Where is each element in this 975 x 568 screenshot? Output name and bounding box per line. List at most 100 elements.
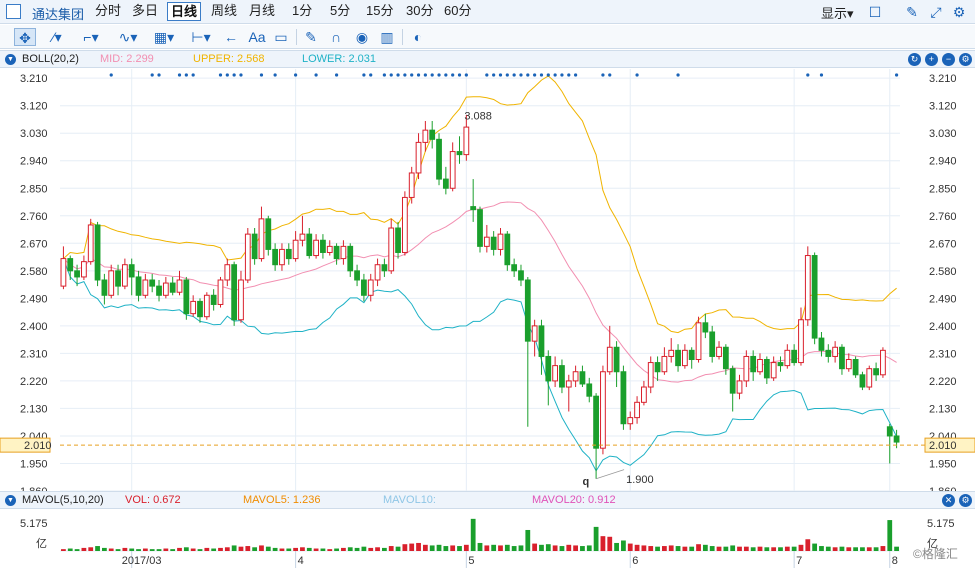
- volume-bar: [545, 544, 551, 551]
- price-tick-left: 2.580: [20, 266, 48, 278]
- volume-bar: [436, 544, 442, 551]
- volume-bar: [716, 546, 722, 551]
- polyline-icon[interactable]: ⌐▾: [78, 28, 104, 46]
- text-tool-icon[interactable]: Aa: [246, 28, 268, 46]
- event-marker: [423, 73, 427, 77]
- volume-bar: [115, 549, 121, 551]
- tab-period-15min[interactable]: 15分: [363, 2, 396, 21]
- event-marker: [273, 73, 277, 77]
- event-marker: [533, 73, 537, 77]
- settings-icon[interactable]: ⚙: [959, 494, 972, 507]
- candle-body: [258, 218, 265, 260]
- tab-period-yuexian[interactable]: 月线: [246, 2, 278, 21]
- volume-bar: [177, 547, 182, 551]
- price-tick-right: 2.580: [929, 266, 957, 278]
- candle-body: [531, 325, 538, 342]
- price-tick-right: 2.670: [929, 238, 957, 250]
- tab-period-zhouxian[interactable]: 周线: [208, 2, 240, 21]
- low-price-pointer: [595, 469, 625, 480]
- pen-icon[interactable]: ✎: [302, 28, 320, 46]
- tab-period-rixian[interactable]: 日线: [167, 2, 202, 21]
- candle-body: [436, 138, 442, 180]
- grid-tool-icon[interactable]: ▦▾: [150, 28, 178, 46]
- collapse-triangle-icon[interactable]: ▼: [5, 54, 16, 65]
- stock-name[interactable]: 通达集团: [32, 4, 84, 23]
- candle-body: [600, 371, 606, 449]
- volume-bar: [600, 536, 606, 551]
- event-marker: [225, 73, 229, 77]
- remove-icon[interactable]: −: [942, 53, 955, 66]
- refresh-icon[interactable]: ↻: [908, 53, 921, 66]
- price-tick-left: 2.760: [20, 211, 48, 223]
- event-marker: [232, 73, 236, 77]
- volume-bar: [129, 548, 135, 551]
- q-marker: q: [582, 476, 589, 488]
- volume-bar: [197, 549, 203, 551]
- tab-period-duori[interactable]: 多日: [129, 2, 161, 21]
- close-panel-icon[interactable]: ✕: [942, 494, 955, 507]
- event-marker: [444, 73, 448, 77]
- volume-bar: [341, 547, 346, 551]
- event-marker: [635, 73, 639, 77]
- settings-gear-icon[interactable]: ⚙: [950, 3, 968, 21]
- tab-period-1min[interactable]: 1分: [289, 2, 315, 21]
- line-icon[interactable]: ⁄▾: [44, 28, 70, 46]
- eye-icon[interactable]: ◉: [352, 28, 372, 46]
- price-tick-left: 2.220: [20, 376, 48, 388]
- move-icon[interactable]: ✥: [14, 28, 36, 46]
- range-icon[interactable]: ⊢▾: [186, 28, 216, 46]
- candle-body: [572, 371, 579, 382]
- candle-body: [634, 401, 640, 419]
- candle-body: [470, 206, 477, 211]
- trash-icon[interactable]: ▥: [378, 28, 396, 46]
- magnet-icon[interactable]: ∩: [327, 28, 345, 46]
- candle-body: [695, 322, 702, 361]
- volume-bar: [306, 547, 312, 551]
- vol-value: VOL: 0.672: [125, 494, 181, 506]
- display-menu[interactable]: 显示▾: [821, 3, 854, 22]
- volume-bar: [573, 545, 578, 551]
- tab-period-30min[interactable]: 30分: [403, 2, 436, 21]
- tab-period-fenshi[interactable]: 分时: [92, 2, 124, 21]
- candle-body: [668, 349, 675, 357]
- event-marker: [574, 73, 578, 77]
- candlestick-chart[interactable]: 3.210 3.210 3.120 3.120 3.030 3.030 2.940 2.940…: [0, 69, 975, 491]
- boll-indicator-name[interactable]: BOLL(20,2): [22, 53, 79, 65]
- layout-box-icon[interactable]: ☐: [866, 3, 884, 21]
- volume-chart[interactable]: 5.175亿5.175亿2017/03 4 5 6 7 8: [0, 509, 975, 568]
- tab-period-5min[interactable]: 5分: [327, 2, 353, 21]
- candle-body: [326, 245, 333, 253]
- candle-body: [115, 270, 121, 287]
- select-checkbox[interactable]: [6, 4, 21, 19]
- volume-bar: [293, 547, 298, 551]
- candle-body: [804, 255, 811, 321]
- collapse-triangle-icon[interactable]: ▼: [5, 495, 16, 506]
- candle-body: [497, 233, 504, 250]
- event-marker: [396, 73, 400, 77]
- candle-body: [641, 386, 647, 403]
- volume-bar: [504, 544, 510, 551]
- settings-icon[interactable]: ⚙: [959, 53, 972, 66]
- volume-bar: [819, 546, 824, 551]
- event-marker: [416, 73, 421, 77]
- volume-bar: [252, 547, 258, 551]
- tab-period-60min[interactable]: 60分: [441, 2, 474, 21]
- fullscreen-icon[interactable]: ⤢: [927, 3, 945, 21]
- pen-icon[interactable]: ✎: [903, 3, 921, 21]
- back-arrow-icon[interactable]: ←: [222, 28, 240, 46]
- wave-icon[interactable]: ∿▾: [113, 28, 143, 46]
- toggle-icon[interactable]: ◐: [408, 28, 428, 46]
- volume-bar: [812, 543, 818, 551]
- date-label: 7: [796, 555, 802, 567]
- candle-body: [313, 239, 319, 257]
- candle-body: [552, 365, 559, 382]
- mavol-indicator-name[interactable]: MAVOL(5,10,20): [22, 494, 104, 506]
- volume-bar: [539, 544, 544, 551]
- candle-body: [627, 417, 634, 425]
- comment-icon[interactable]: ▭: [272, 28, 290, 46]
- volume-bar: [696, 544, 701, 551]
- add-icon[interactable]: +: [925, 53, 938, 66]
- volume-bar: [477, 542, 483, 551]
- price-tick-left: 2.130: [20, 403, 48, 415]
- event-marker: [177, 73, 182, 77]
